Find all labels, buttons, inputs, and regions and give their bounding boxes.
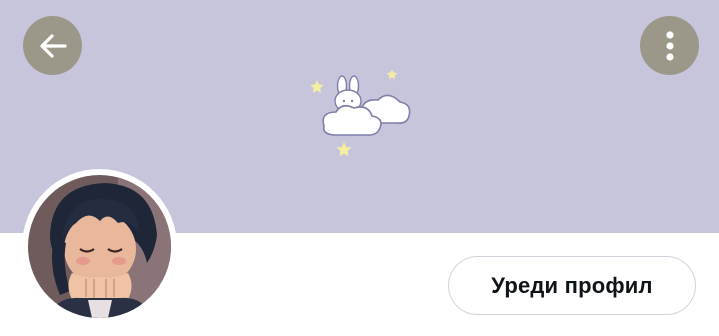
edit-profile-label: Уреди профил <box>491 272 653 298</box>
arrow-left-icon <box>39 33 67 58</box>
more-vertical-icon <box>665 30 674 61</box>
back-button[interactable] <box>23 16 82 75</box>
star-icon <box>386 70 398 80</box>
star-icon <box>336 142 352 157</box>
avatar[interactable] <box>22 169 177 324</box>
edit-profile-button[interactable]: Уреди профил <box>448 256 696 315</box>
star-icon <box>310 80 324 93</box>
bunny-cloud-illustration <box>310 70 411 157</box>
user-avatar <box>28 175 171 318</box>
more-options-button[interactable] <box>640 16 699 75</box>
